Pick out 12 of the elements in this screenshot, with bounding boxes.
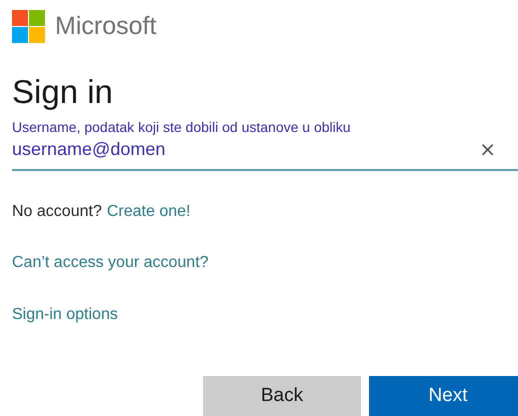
help-link[interactable]: Can’t access your account?	[12, 254, 209, 271]
no-account-text: No account?	[12, 203, 102, 221]
help-link[interactable]: Sign-in options	[12, 306, 118, 323]
microsoft-logo-icon	[12, 10, 45, 43]
next-button[interactable]: Next	[369, 376, 518, 416]
username-field[interactable]: username@domen ×	[12, 135, 518, 171]
back-button[interactable]: Back	[203, 376, 361, 416]
page-title: Sign in	[12, 73, 114, 111]
brand-name: Microsoft	[55, 12, 156, 41]
field-hint: Username, podatak koji ste dobili od ustanove u obliku	[12, 119, 352, 135]
create-account-link[interactable]: Create one!	[106, 203, 190, 221]
clear-button[interactable]: ×	[479, 137, 496, 161]
